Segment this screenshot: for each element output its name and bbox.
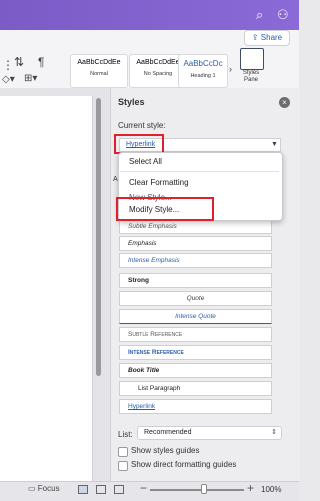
zoom-percent[interactable]: 100%	[261, 485, 281, 494]
style-row-intense-reference[interactable]: Intense Reference	[119, 345, 272, 360]
show-styles-guides-label: Show styles guides	[131, 446, 200, 455]
focus-button[interactable]: ▭ Focus	[28, 484, 60, 493]
style-row-intense-quote[interactable]: Intense Quote	[119, 309, 272, 324]
style-name: Heading 1	[190, 73, 216, 79]
style-row-hyperlink[interactable]: Hyperlink	[119, 399, 272, 414]
style-preview: AaBbCcDdEe	[77, 59, 121, 66]
title-bar: ⌕ ⚇	[0, 0, 299, 30]
list-letter: A	[113, 176, 118, 183]
focus-icon: ▭	[28, 484, 38, 493]
sort-icon[interactable]: ⇅	[14, 55, 24, 69]
style-row-subtle-reference[interactable]: Subtle Reference	[119, 327, 272, 342]
show-direct-formatting-label: Show direct formatting guides	[131, 460, 237, 469]
search-icon[interactable]: ⌕	[256, 7, 263, 23]
share-button[interactable]: ⇪ Share	[244, 30, 290, 46]
style-row-label: Emphasis	[128, 240, 157, 247]
zoom-in-button[interactable]: +	[247, 481, 254, 495]
menu-item-select-all[interactable]: Select All	[129, 157, 162, 166]
ribbon-list-icon[interactable]: ⋮	[2, 58, 14, 72]
list-select-value: Recommended	[144, 429, 192, 436]
chevron-right-icon[interactable]: ›	[229, 64, 232, 74]
style-row-label: Intense Reference	[128, 349, 184, 356]
share-person-icon[interactable]: ⚇	[277, 7, 289, 23]
menu-item-clear-formatting[interactable]: Clear Formatting	[129, 178, 189, 187]
style-row-emphasis[interactable]: Emphasis	[119, 236, 272, 251]
style-row-label: Book Title	[128, 367, 160, 374]
shading-icon[interactable]: ◇▾	[2, 74, 15, 85]
styles-pane-icon	[240, 48, 264, 70]
zoom-slider-knob[interactable]	[201, 484, 207, 494]
style-row-label: Strong	[128, 277, 149, 284]
list-label: List:	[118, 430, 133, 439]
zoom-slider[interactable]	[150, 489, 244, 491]
style-row-label: Hyperlink	[128, 403, 156, 410]
close-icon[interactable]: ×	[279, 97, 290, 108]
style-row-label: Intense Quote	[175, 313, 216, 320]
style-row-label: Intense Emphasis	[128, 257, 180, 264]
chevron-updown-icon: ⇕	[271, 429, 277, 436]
web-layout-icon[interactable]	[114, 485, 124, 494]
document-scrollbar[interactable]	[96, 98, 101, 376]
pane-title: Styles	[118, 97, 145, 107]
style-row-label: List Paragraph	[138, 385, 181, 392]
menu-divider	[120, 171, 279, 172]
focus-label: Focus	[37, 484, 60, 493]
print-layout-icon[interactable]	[78, 485, 88, 494]
zoom-out-button[interactable]: −	[140, 481, 147, 495]
share-icon: ⇪	[251, 33, 261, 42]
style-row-label: Quote	[186, 295, 205, 302]
styles-pane-label-2: Pane	[243, 77, 258, 83]
style-row-book-title[interactable]: Book Title	[119, 363, 272, 378]
style-row-label: Subtle Reference	[128, 331, 183, 338]
style-preview: AaBbCcDc	[183, 59, 223, 68]
highlight-modify-style	[116, 197, 214, 221]
style-name: Normal	[90, 71, 108, 77]
list-select[interactable]: Recommended ⇕	[137, 426, 282, 440]
style-normal[interactable]: AaBbCcDdEe Normal	[70, 54, 128, 88]
show-styles-guides-checkbox[interactable]	[118, 447, 128, 457]
border-icon[interactable]: ⊞▾	[24, 73, 37, 84]
style-heading-1[interactable]: AaBbCcDc Heading 1	[178, 54, 228, 88]
current-style-label: Current style:	[118, 121, 166, 130]
highlight-current-style	[114, 134, 164, 154]
style-row-strong[interactable]: Strong	[119, 273, 272, 288]
share-label: Share	[260, 33, 283, 42]
show-direct-formatting-checkbox[interactable]	[118, 461, 128, 471]
style-row-list-paragraph[interactable]: List Paragraph	[119, 381, 272, 396]
style-row-quote[interactable]: Quote	[119, 291, 272, 306]
style-row-subtle-emphasis[interactable]: Subtle Emphasis	[119, 219, 272, 234]
pilcrow-icon[interactable]: ¶	[38, 55, 44, 69]
chevron-down-icon[interactable]: ▼	[271, 141, 278, 148]
styles-pane-label: Styles	[242, 70, 260, 76]
style-row-label: Subtle Emphasis	[128, 223, 177, 230]
document-page[interactable]	[0, 96, 93, 486]
styles-pane-button[interactable]: Styles Pane	[236, 48, 266, 88]
read-mode-icon[interactable]	[96, 485, 106, 494]
style-row-intense-emphasis[interactable]: Intense Emphasis	[119, 253, 272, 268]
